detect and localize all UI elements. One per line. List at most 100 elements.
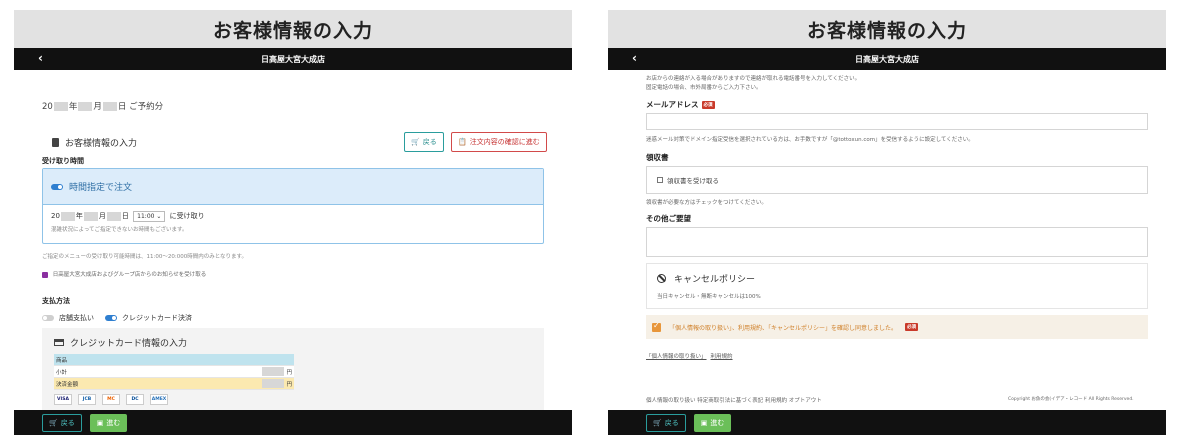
jcb-icon: JCB bbox=[78, 394, 96, 405]
cart-icon: 🛒 bbox=[411, 138, 420, 146]
cc-row-subtotal: 小計 円 bbox=[54, 366, 294, 378]
store-name: 日高屋大宮大成店 bbox=[855, 54, 919, 64]
section-title: お客様情報の入力 bbox=[52, 136, 137, 149]
menu-note: ご指定のメニューの受け取り可能時間は、11:00～20:000時間内のみとなりま… bbox=[42, 254, 247, 260]
footer-back-label: 戻る bbox=[60, 418, 75, 427]
card-pay-label: クレジットカード決済 bbox=[122, 314, 192, 322]
phone-note-2: 固定電話の場合、市外局番からご入力下さい。 bbox=[646, 85, 762, 91]
cancel-policy-box: キャンセルポリシー 当日キャンセル・無断キャンセルは100% bbox=[646, 263, 1148, 309]
time-receive-label: に受け取り bbox=[169, 212, 205, 220]
back-button-label: 戻る bbox=[422, 138, 437, 146]
policy-links: 「個人情報の取り扱い」 利用規約 bbox=[646, 352, 733, 360]
email-required-badge: 必須 bbox=[701, 100, 715, 109]
credit-card-icon bbox=[54, 339, 64, 346]
confirm-order-button[interactable]: 📋 注文内容の確認に進む bbox=[451, 132, 547, 152]
receipt-checkbox-row[interactable]: 領収書を受け取る bbox=[646, 166, 1148, 194]
footer-back-button[interactable]: 🛒 戻る bbox=[42, 413, 82, 432]
cancel-policy-title-text: キャンセルポリシー bbox=[674, 275, 756, 285]
mastercard-icon: MC bbox=[102, 394, 120, 405]
footer-back-label: 戻る bbox=[664, 418, 679, 427]
agree-checkbox[interactable] bbox=[652, 321, 661, 332]
footer-back-button[interactable]: 🛒 戻る bbox=[646, 413, 686, 432]
time-note: 混雑状況によってご指定できないお時間もございます。 bbox=[51, 227, 188, 233]
notify-checkbox-label: 日高屋大宮大成店およびグループ店からのお知らせを受け取る bbox=[52, 272, 207, 278]
terms-link[interactable]: 利用規約 bbox=[711, 352, 733, 360]
ban-icon bbox=[657, 274, 666, 283]
request-textarea[interactable] bbox=[646, 227, 1148, 257]
nav-back-icon[interactable]: ‹ bbox=[632, 51, 637, 65]
agree-required-badge: 必須 bbox=[905, 323, 919, 331]
reserve-suffix: ご予約分 bbox=[129, 102, 164, 112]
payment-options: 店舗支払い クレジットカード決済 bbox=[42, 313, 192, 323]
request-label: その他ご要望 bbox=[646, 214, 691, 223]
email-label-text: メールアドレス bbox=[646, 100, 699, 109]
time-order-box: 時間指定で注文 20 年 月 日 11:00 ⌄ に受け取り 混雑状況によってご指定で… bbox=[42, 168, 544, 244]
notify-checkbox-row[interactable]: 日高屋大宮大成店およびグループ店からのお知らせを受け取る bbox=[42, 270, 206, 278]
footer-bar: 🛒 戻る ▣ 進む bbox=[14, 410, 572, 435]
navbar: ‹ 日高屋大宮大成店 bbox=[14, 48, 572, 70]
cc-total-value: 円 bbox=[261, 379, 292, 388]
time-toggle-switch[interactable] bbox=[51, 183, 63, 190]
cc-title-text: クレジットカード情報の入力 bbox=[70, 339, 188, 349]
left-screenshot: お客様情報の入力 ‹ 日高屋大宮大成店 20 年月日 ご予約分 お客様情報の入力 … bbox=[14, 10, 572, 435]
time-month-label: 月 bbox=[98, 212, 106, 220]
time-year-prefix: 20 bbox=[51, 212, 60, 220]
reserve-date: 20 年 月 日 ご予約分 bbox=[42, 100, 163, 112]
footer-next-button[interactable]: ▣ 進む bbox=[89, 413, 128, 432]
footer-next-label: 進む bbox=[106, 418, 121, 427]
time-select-row: 20 年 月 日 11:00 ⌄ に受け取り 混雑状況によってご指定できないお時間もご… bbox=[43, 205, 543, 239]
receipt-checkbox[interactable] bbox=[657, 177, 663, 183]
clipboard-icon: ▣ bbox=[700, 418, 708, 427]
cc-table: 商品 小計円 決済金額円 bbox=[54, 354, 294, 390]
reserve-prefix: 20 bbox=[42, 102, 53, 112]
cart-icon: 🛒 bbox=[653, 418, 662, 427]
banner-title: お客様情報の入力 bbox=[608, 10, 1166, 48]
month-blank bbox=[78, 102, 93, 111]
card-brands: VISA JCB MC DC AMEX bbox=[54, 394, 168, 405]
cc-title: クレジットカード情報の入力 bbox=[54, 336, 187, 349]
time-select[interactable]: 11:00 ⌄ bbox=[133, 211, 166, 222]
notify-checkbox[interactable] bbox=[42, 271, 48, 278]
form-body: 20 年月日 ご予約分 お客様情報の入力 🛒 戻る 📋 注文内容の確認に進む 受け… bbox=[14, 70, 572, 435]
card-pay-toggle[interactable] bbox=[105, 315, 117, 321]
footer-links[interactable]: 個人情報の取り扱い 特定商取引法に基づく表記 利用規約 オプトアウト bbox=[646, 396, 822, 404]
cc-subtotal-value: 円 bbox=[261, 367, 292, 376]
time-day-label: 日 bbox=[121, 212, 129, 220]
time-toggle-row[interactable]: 時間指定で注文 bbox=[43, 169, 543, 205]
subtotal-yen: 円 bbox=[286, 369, 292, 376]
cancel-policy-text: 当日キャンセル・無断キャンセルは100% bbox=[657, 294, 761, 300]
receipt-note: 領収書が必要な方はチェックをつけてください。 bbox=[646, 200, 767, 206]
pickup-time-label: 受け取り時間 bbox=[42, 157, 84, 165]
cart-icon: 🛒 bbox=[49, 418, 58, 427]
cc-row-item: 商品 bbox=[54, 354, 294, 366]
nav-back-icon[interactable]: ‹ bbox=[38, 51, 43, 65]
cancel-policy-title: キャンセルポリシー bbox=[657, 272, 755, 285]
time-toggle-label: 時間指定で注文 bbox=[69, 183, 133, 193]
section-title-text: お客様情報の入力 bbox=[65, 139, 138, 149]
store-name: 日高屋大宮大成店 bbox=[261, 54, 325, 64]
document-icon bbox=[52, 138, 59, 147]
phone-note-1: お店からの連絡が入る場合がありますので連絡が取れる電話番号を入力してください。 bbox=[646, 76, 861, 82]
footer-bar: 🛒 戻る ▣ 進む bbox=[608, 410, 1166, 435]
agree-row[interactable]: 「個人情報の取り扱い」、利用規約、「キャンセルポリシー」を確認し同意しました。 … bbox=[646, 315, 1148, 339]
agree-text: 「個人情報の取り扱い」、利用規約、「キャンセルポリシー」を確認し同意しました。 bbox=[669, 324, 898, 332]
copyright: Copyright お魚の会(イデア・レコード All Rights Reser… bbox=[1008, 397, 1134, 402]
privacy-link[interactable]: 「個人情報の取り扱い」 bbox=[646, 352, 707, 360]
banner-title: お客様情報の入力 bbox=[14, 10, 572, 48]
store-pay-toggle[interactable] bbox=[42, 315, 54, 321]
total-yen: 円 bbox=[286, 381, 292, 388]
confirm-button-label: 注文内容の確認に進む bbox=[469, 138, 540, 146]
time-month-blank bbox=[83, 211, 98, 221]
footer-next-button[interactable]: ▣ 進む bbox=[693, 413, 732, 432]
day-label: 日 bbox=[117, 102, 127, 112]
month-label: 月 bbox=[93, 102, 102, 112]
cc-subtotal-label: 小計 bbox=[56, 369, 68, 376]
back-button[interactable]: 🛒 戻る bbox=[404, 132, 444, 152]
year-blank bbox=[53, 102, 68, 111]
email-input[interactable] bbox=[646, 113, 1148, 130]
right-screenshot: お客様情報の入力 ‹ 日高屋大宮大成店 お店からの連絡が入る場合がありますので連… bbox=[608, 10, 1166, 435]
clipboard-icon: 📋 bbox=[458, 138, 467, 146]
email-note: 迷惑メール対策でドメイン指定受信を選択されている方は、お手数ですが「@totto… bbox=[646, 137, 974, 143]
time-select-value: 11:00 bbox=[137, 213, 155, 220]
time-day-blank bbox=[106, 211, 121, 221]
